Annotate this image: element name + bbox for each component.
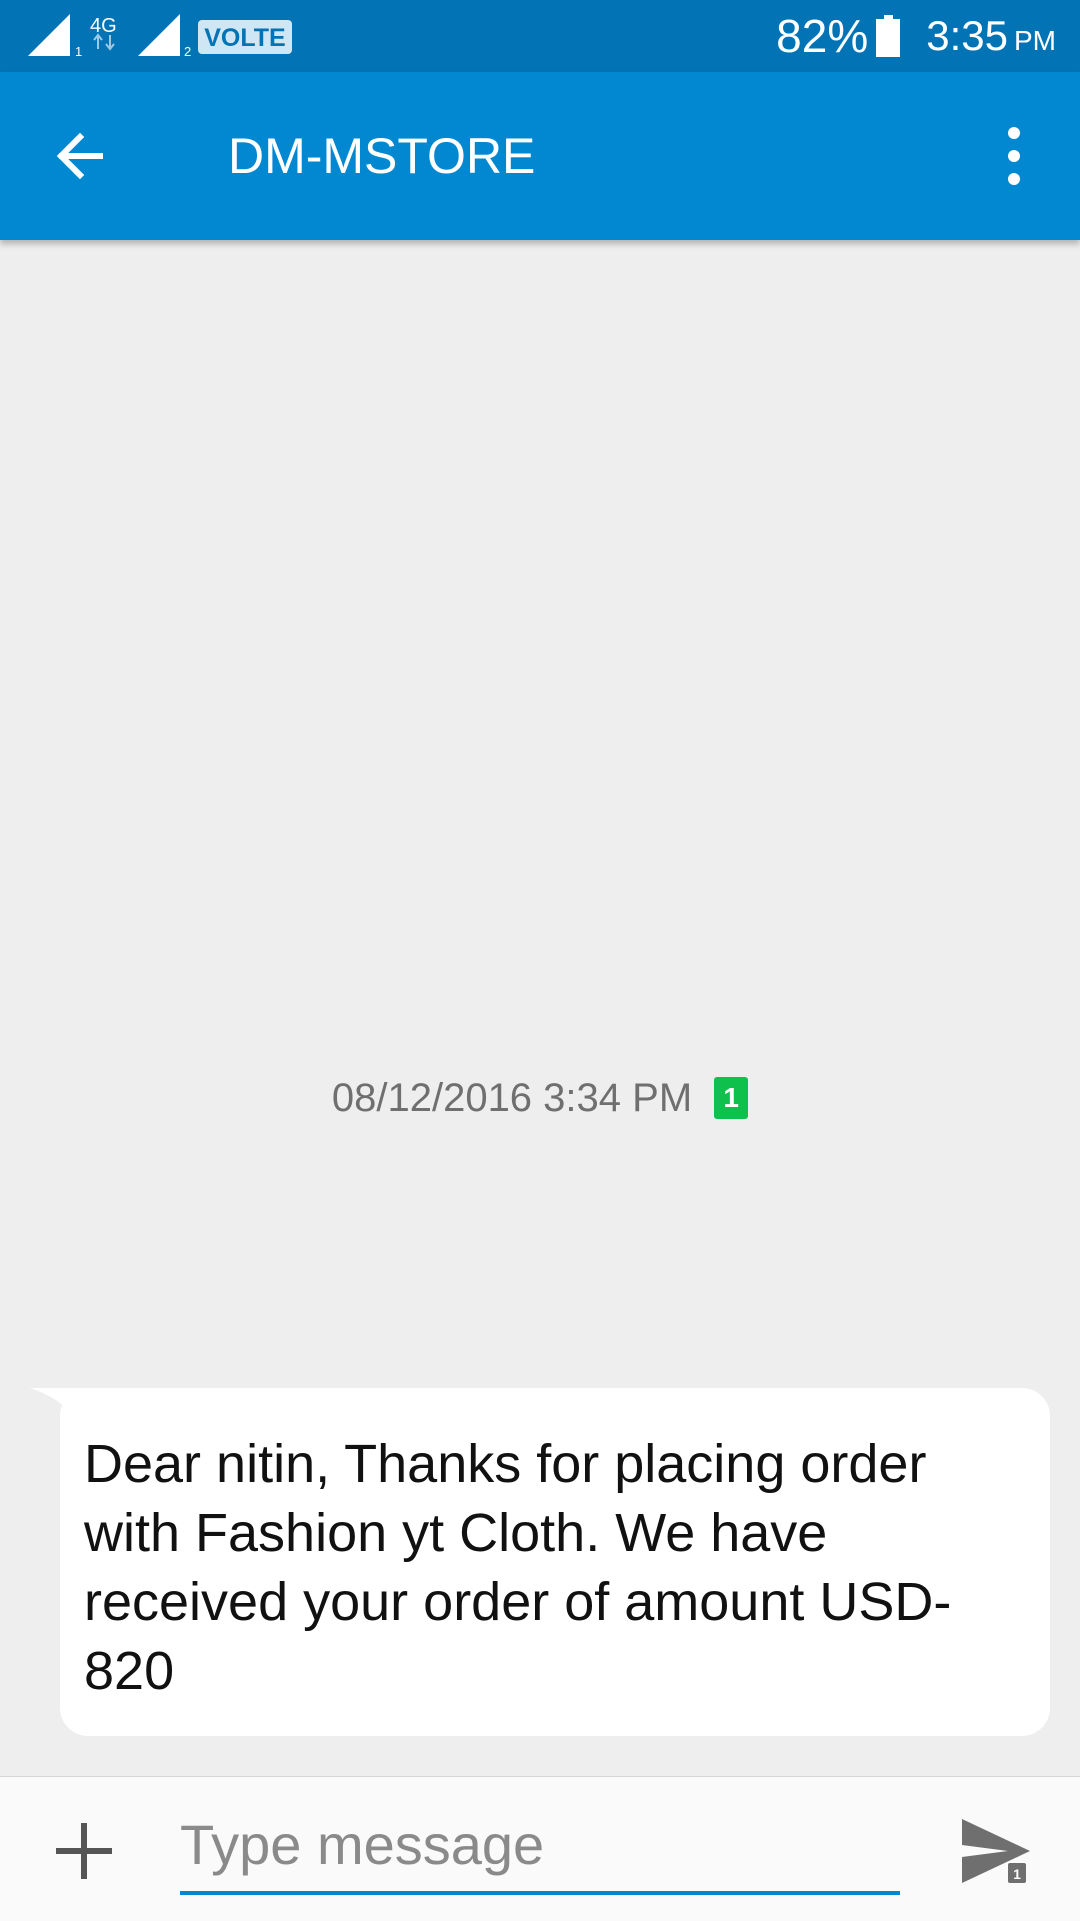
battery-icon	[876, 15, 901, 57]
send-icon: 1	[962, 1819, 1030, 1883]
sim2-index: 2	[184, 44, 191, 59]
attach-button[interactable]	[46, 1813, 122, 1889]
message-bubble-wrap: Dear nitin, Thanks for placing order wit…	[30, 1388, 1050, 1736]
sim-badge: 1	[714, 1077, 749, 1119]
send-sim-index: 1	[1013, 1866, 1021, 1882]
sim1-index: 1	[75, 44, 82, 59]
status-bar: 1 4G 2 VOLTE 82% 3:35 PM	[0, 0, 1080, 72]
plus-icon	[56, 1823, 112, 1879]
message-bubble[interactable]: Dear nitin, Thanks for placing order wit…	[60, 1388, 1050, 1736]
arrow-back-icon	[56, 132, 103, 180]
conversation-area[interactable]: 08/12/2016 3:34 PM 1 Dear nitin, Thanks …	[0, 240, 1080, 1776]
data-arrows-icon	[93, 33, 115, 51]
message-input[interactable]	[180, 1797, 900, 1895]
message-timestamp: 08/12/2016 3:34 PM	[331, 1075, 693, 1120]
compose-bar: 1	[0, 1776, 1080, 1921]
signal-sim1-icon	[28, 14, 70, 56]
more-vert-icon	[1008, 127, 1020, 185]
signal-sim2-icon	[138, 14, 180, 56]
battery-percent: 82%	[776, 10, 869, 62]
volte-label: VOLTE	[204, 24, 285, 52]
network-type-label: 4G	[90, 15, 117, 37]
send-button[interactable]: 1	[956, 1813, 1036, 1893]
clock: 3:35 PM	[926, 12, 1056, 60]
overflow-menu-button[interactable]	[974, 116, 1054, 196]
app-bar: DM-MSTORE	[0, 72, 1080, 240]
signal-icons: 1 4G 2 VOLTE	[28, 14, 292, 59]
clock-ampm: PM	[1014, 25, 1056, 56]
message-timestamp-row: 08/12/2016 3:34 PM 1	[0, 1066, 1080, 1130]
status-bar-right: 82% 3:35 PM	[776, 0, 1056, 72]
clock-time: 3:35	[926, 12, 1008, 59]
back-button[interactable]	[40, 116, 120, 196]
conversation-title: DM-MSTORE	[228, 128, 536, 184]
